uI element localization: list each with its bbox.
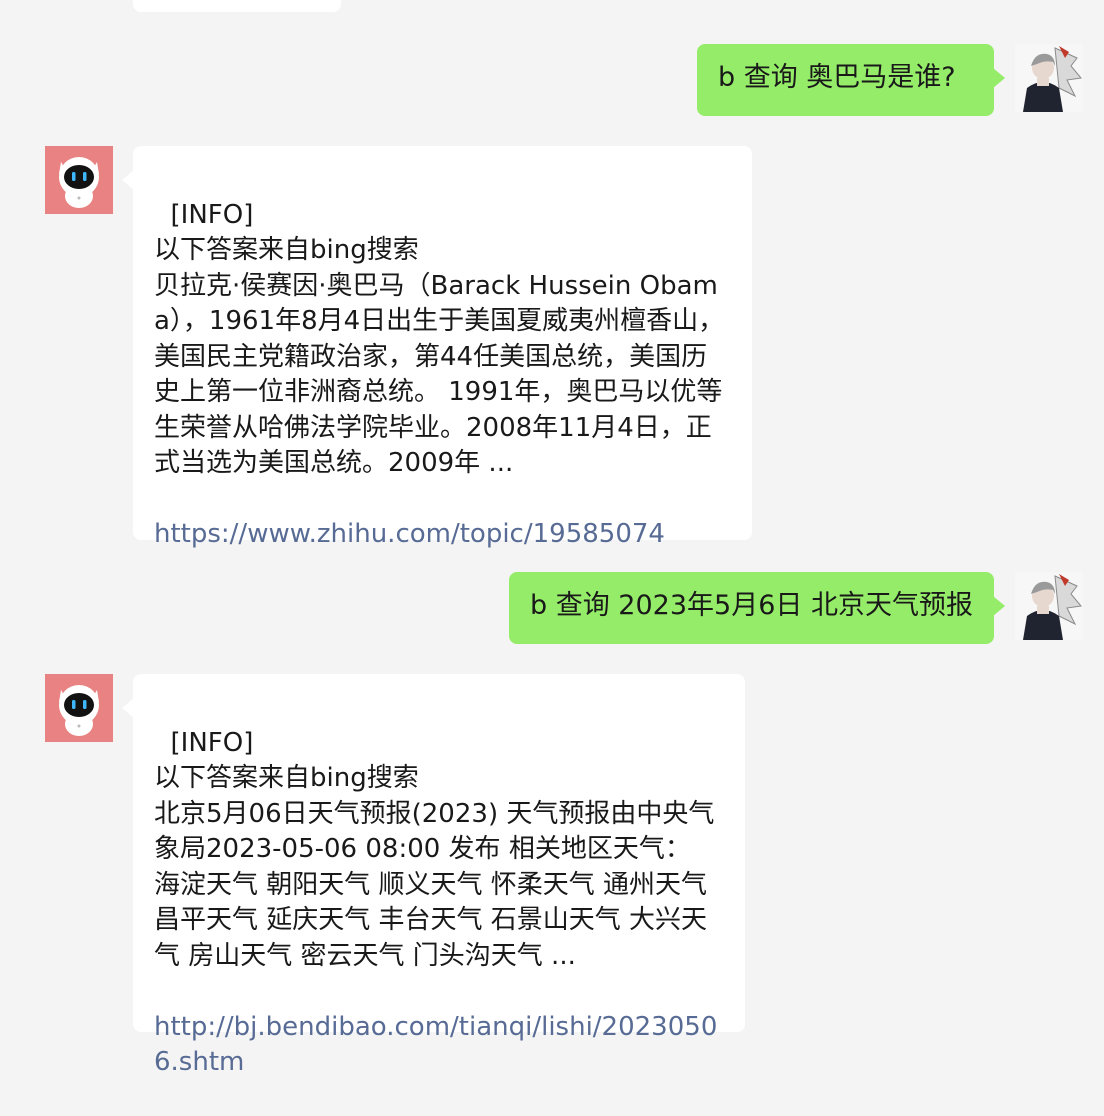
user-avatar-icon bbox=[1015, 572, 1083, 640]
bot-avatar[interactable] bbox=[45, 674, 113, 742]
message-text: [INFO] 以下答案来自bing搜索 北京5月06日天气预报(2023) 天气… bbox=[154, 727, 715, 971]
message-link[interactable]: https://www.zhihu.com/topic/19585074 bbox=[154, 517, 732, 553]
bubble-tail bbox=[993, 68, 1005, 88]
bot-message-bubble[interactable]: [INFO] 以下答案来自bing搜索 北京5月06日天气预报(2023) 天气… bbox=[133, 674, 745, 1077]
bubble-tail bbox=[993, 596, 1005, 616]
user-message-bubble[interactable]: b 查询 奥巴马是谁? bbox=[697, 44, 994, 116]
user-avatar[interactable] bbox=[1015, 572, 1083, 640]
robot-icon bbox=[45, 674, 113, 742]
user-message-bubble[interactable]: b 查询 2023年5月6日 北京天气预报 bbox=[509, 572, 994, 644]
bot-message-bubble[interactable]: [INFO] 以下答案来自bing搜索 贝拉克·侯赛因·奥巴马（Barack H… bbox=[133, 146, 752, 549]
previous-message-bubble bbox=[133, 0, 341, 12]
bot-avatar[interactable] bbox=[45, 146, 113, 214]
message-text: [INFO] 以下答案来自bing搜索 贝拉克·侯赛因·奥巴马（Barack H… bbox=[154, 199, 725, 479]
robot-icon bbox=[45, 146, 113, 214]
user-avatar[interactable] bbox=[1015, 44, 1083, 112]
user-avatar-icon bbox=[1015, 44, 1083, 112]
message-link[interactable]: http://bj.bendibao.com/tianqi/lishi/2023… bbox=[154, 1010, 725, 1081]
